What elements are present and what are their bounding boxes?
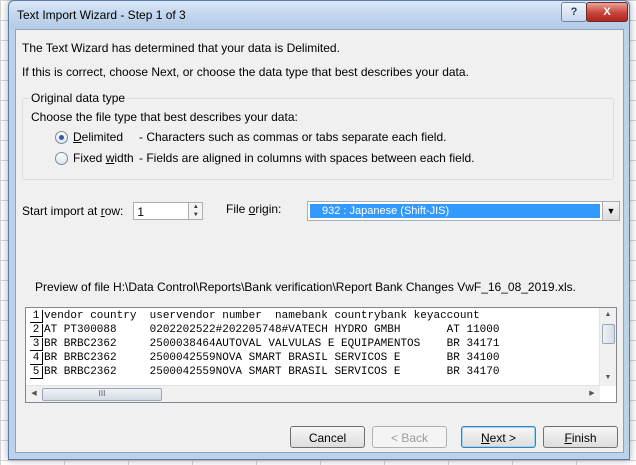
radio-delimited[interactable]: Delimited - Characters such as commas or… (55, 130, 446, 144)
row-text: AT PT300088 0202202522#202205748#VATECH … (44, 324, 500, 336)
original-data-type-group: Original data type Choose the file type … (22, 91, 614, 180)
dropdown-arrow-icon[interactable]: ▼ (602, 202, 619, 220)
row-text: BR BRBC2362 2500038464AUTOVAL VALVULAS E… (44, 338, 500, 350)
preview-row: 2 AT PT300088 0202202522#202205748#VATECH… (30, 324, 590, 338)
preview-row: 5 BR BRBC2362 2500042559NOVA SMART BRASIL… (30, 366, 590, 380)
scroll-left-icon[interactable]: ◀ (26, 389, 42, 397)
vertical-scroll-thumb[interactable] (602, 324, 615, 344)
group-legend: Original data type (29, 91, 128, 105)
row-number: 5 (30, 366, 43, 379)
preview-label: Preview of file H:\Data Control\Reports\… (35, 280, 576, 294)
radio-fixed-width[interactable]: Fixed width - Fields are aligned in colu… (55, 151, 475, 165)
row-number: 3 (30, 338, 43, 351)
close-button[interactable]: X (586, 2, 628, 22)
title-bar: Text Import Wizard - Step 1 of 3 ? X (9, 1, 629, 29)
file-origin-value: 932 : Japanese (Shift-JIS) (310, 204, 600, 218)
intro-line-2: If this is correct, choose Next, or choo… (22, 65, 469, 79)
cancel-button[interactable]: Cancel (290, 426, 365, 448)
scroll-up-icon[interactable]: ▲ (600, 311, 616, 318)
dialog-body: The Text Wizard has determined that your… (15, 29, 624, 453)
next-button[interactable]: Next > (461, 426, 536, 448)
start-row-field: Start import at row: 1 ▲ ▼ (22, 202, 204, 220)
preview-rows: 1 vendor country uservendor number nameba… (30, 310, 590, 380)
preview-row: 1 vendor country uservendor number nameba… (30, 310, 590, 324)
window-title: Text Import Wizard - Step 1 of 3 (17, 8, 186, 22)
file-origin-field: File origin: (226, 202, 281, 216)
scroll-down-icon[interactable]: ▼ (600, 374, 616, 381)
row-number: 4 (30, 352, 43, 365)
text-import-wizard-dialog: Text Import Wizard - Step 1 of 3 ? X The… (8, 0, 630, 460)
radio-fixed-width-description: - Fields are aligned in columns with spa… (139, 151, 475, 165)
horizontal-scroll-thumb[interactable]: III (42, 388, 162, 401)
radio-checked-icon[interactable] (55, 130, 68, 144)
radio-fixed-width-label: Fixed width (73, 151, 134, 165)
spin-up-icon[interactable]: ▲ (189, 203, 202, 211)
preview-row: 4 BR BRBC2362 2500042559NOVA SMART BRASIL… (30, 352, 590, 366)
scroll-right-icon[interactable]: ▶ (584, 389, 600, 397)
row-number: 1 (30, 310, 43, 323)
row-text: vendor country uservendor number nameban… (44, 310, 480, 322)
preview-pane[interactable]: 1 vendor country uservendor number nameba… (25, 307, 617, 403)
back-button[interactable]: < Back (372, 426, 447, 448)
horizontal-scrollbar[interactable]: ◀ III ▶ (26, 385, 600, 402)
row-number: 2 (30, 324, 43, 337)
start-row-spinner[interactable]: ▲ ▼ (189, 202, 204, 220)
start-row-label: Start import at row: (22, 204, 124, 218)
spin-down-icon[interactable]: ▼ (189, 211, 202, 219)
file-origin-dropdown[interactable]: 932 : Japanese (Shift-JIS) ▼ (307, 201, 620, 221)
file-type-prompt: Choose the file type that best describes… (31, 110, 298, 124)
help-button[interactable]: ? (561, 2, 587, 22)
row-text: BR BRBC2362 2500042559NOVA SMART BRASIL … (44, 366, 500, 378)
start-row-input[interactable]: 1 (133, 202, 190, 220)
radio-delimited-description: - Characters such as commas or tabs sepa… (139, 130, 447, 144)
radio-delimited-label: Delimited (73, 130, 124, 144)
intro-line-1: The Text Wizard has determined that your… (22, 41, 340, 55)
file-origin-label: File origin: (226, 202, 282, 216)
row-text: BR BRBC2362 2500042559NOVA SMART BRASIL … (44, 352, 500, 364)
radio-unchecked-icon[interactable] (55, 151, 68, 165)
preview-row: 3 BR BRBC2362 2500038464AUTOVAL VALVULAS … (30, 338, 590, 352)
finish-button[interactable]: Finish (543, 426, 618, 448)
vertical-scrollbar[interactable]: ▲ ▼ (599, 308, 616, 386)
